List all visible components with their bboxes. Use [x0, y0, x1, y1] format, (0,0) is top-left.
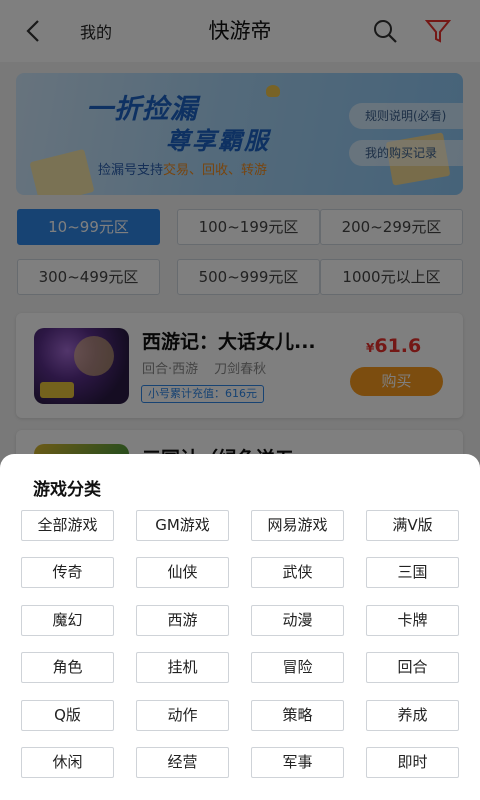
category-netease[interactable]: 网易游戏 [251, 510, 344, 541]
category-realtime[interactable]: 即时 [366, 747, 459, 778]
category-strategy[interactable]: 策略 [251, 700, 344, 731]
category-card[interactable]: 卡牌 [366, 605, 459, 636]
category-sheet: 游戏分类 全部游戏 GM游戏 网易游戏 满V版 传奇 仙侠 武侠 三国 魔幻 西… [0, 454, 480, 800]
category-idle[interactable]: 挂机 [136, 652, 229, 683]
category-gm[interactable]: GM游戏 [136, 510, 229, 541]
category-fantasy[interactable]: 魔幻 [21, 605, 114, 636]
category-rpg[interactable]: 角色 [21, 652, 114, 683]
category-casual[interactable]: 休闲 [21, 747, 114, 778]
category-xianxia[interactable]: 仙侠 [136, 557, 229, 588]
category-adventure[interactable]: 冒险 [251, 652, 344, 683]
category-three-kingdoms[interactable]: 三国 [366, 557, 459, 588]
category-anime[interactable]: 动漫 [251, 605, 344, 636]
category-management[interactable]: 经营 [136, 747, 229, 778]
category-raising[interactable]: 养成 [366, 700, 459, 731]
category-action[interactable]: 动作 [136, 700, 229, 731]
sheet-title: 游戏分类 [33, 480, 101, 500]
category-military[interactable]: 军事 [251, 747, 344, 778]
category-all[interactable]: 全部游戏 [21, 510, 114, 541]
category-wuxia[interactable]: 武侠 [251, 557, 344, 588]
category-full-vip[interactable]: 满V版 [366, 510, 459, 541]
category-q-style[interactable]: Q版 [21, 700, 114, 731]
category-journey-west[interactable]: 西游 [136, 605, 229, 636]
category-legend[interactable]: 传奇 [21, 557, 114, 588]
category-turn-based[interactable]: 回合 [366, 652, 459, 683]
